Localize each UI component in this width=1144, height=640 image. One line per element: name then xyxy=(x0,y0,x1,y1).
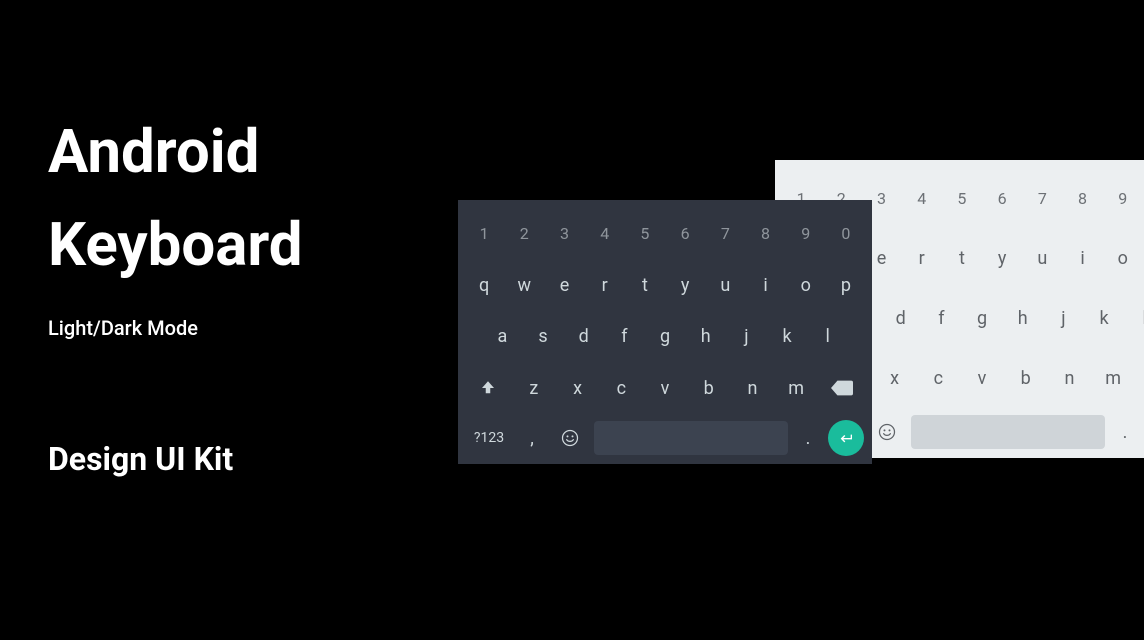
period-key[interactable]: . xyxy=(1111,414,1139,450)
shift-icon xyxy=(479,379,497,397)
key-d[interactable]: d xyxy=(563,311,604,363)
backspace-key[interactable] xyxy=(818,363,866,415)
emoji-icon xyxy=(560,428,580,448)
key-m[interactable]: m xyxy=(1091,348,1135,408)
enter-icon xyxy=(838,430,854,446)
key-j[interactable]: j xyxy=(1043,288,1084,348)
enter-key[interactable] xyxy=(828,420,864,456)
key-d[interactable]: d xyxy=(880,288,921,348)
key-r[interactable]: r xyxy=(585,260,625,312)
key-t[interactable]: t xyxy=(625,260,665,312)
key-8[interactable]: 8 xyxy=(745,208,785,260)
key-i[interactable]: i xyxy=(745,260,785,312)
key-2[interactable]: 2 xyxy=(504,208,544,260)
keyboard-row-numbers: 1 2 3 4 5 6 7 8 9 0 xyxy=(464,208,866,260)
keyboard-space-row: ?123 , . xyxy=(464,414,866,458)
key-c[interactable]: c xyxy=(599,363,643,415)
key-i[interactable]: i xyxy=(1062,228,1102,288)
title-line-2: Keyboard xyxy=(48,213,408,276)
key-f[interactable]: f xyxy=(604,311,645,363)
shift-key[interactable] xyxy=(464,363,512,415)
spacebar[interactable] xyxy=(911,415,1105,449)
key-k[interactable]: k xyxy=(1084,288,1125,348)
key-b[interactable]: b xyxy=(1004,348,1048,408)
key-v[interactable]: v xyxy=(960,348,1004,408)
mode-switch-key[interactable]: ?123 xyxy=(466,420,512,456)
key-c[interactable]: c xyxy=(916,348,960,408)
key-9[interactable]: 9 xyxy=(1103,168,1143,228)
key-4[interactable]: 4 xyxy=(585,208,625,260)
key-o[interactable]: o xyxy=(1103,228,1143,288)
key-k[interactable]: k xyxy=(767,311,808,363)
key-e[interactable]: e xyxy=(544,260,584,312)
keyboard-row-middle: a s d f g h j k l xyxy=(464,311,866,363)
key-f[interactable]: f xyxy=(921,288,962,348)
emoji-icon xyxy=(877,422,897,442)
keyboard-row-bottom: z x c v b n m xyxy=(464,363,866,415)
key-8[interactable]: 8 xyxy=(1062,168,1102,228)
key-l[interactable]: l xyxy=(807,311,848,363)
key-h[interactable]: h xyxy=(685,311,726,363)
subtitle: Light/Dark Mode xyxy=(48,316,408,340)
key-5[interactable]: 5 xyxy=(625,208,665,260)
key-y[interactable]: y xyxy=(982,228,1022,288)
key-u[interactable]: u xyxy=(705,260,745,312)
footer-title: Design UI Kit xyxy=(48,440,408,478)
spacebar[interactable] xyxy=(594,421,788,455)
key-n[interactable]: n xyxy=(1048,348,1092,408)
key-6[interactable]: 6 xyxy=(982,168,1022,228)
key-j[interactable]: j xyxy=(726,311,767,363)
emoji-key[interactable] xyxy=(869,414,905,450)
key-1[interactable]: 1 xyxy=(464,208,504,260)
key-t[interactable]: t xyxy=(942,228,982,288)
key-r[interactable]: r xyxy=(902,228,942,288)
key-3[interactable]: 3 xyxy=(544,208,584,260)
key-y[interactable]: y xyxy=(665,260,705,312)
key-o[interactable]: o xyxy=(786,260,826,312)
key-x[interactable]: x xyxy=(873,348,917,408)
key-s[interactable]: s xyxy=(523,311,564,363)
key-w[interactable]: w xyxy=(504,260,544,312)
key-z[interactable]: z xyxy=(512,363,556,415)
key-7[interactable]: 7 xyxy=(1022,168,1062,228)
key-b[interactable]: b xyxy=(687,363,731,415)
key-6[interactable]: 6 xyxy=(665,208,705,260)
key-g[interactable]: g xyxy=(962,288,1003,348)
key-q[interactable]: q xyxy=(464,260,504,312)
period-key[interactable]: . xyxy=(794,420,822,456)
title-line-1: Android xyxy=(48,120,408,183)
keyboard-dark: 1 2 3 4 5 6 7 8 9 0 q w e r t y u i o p … xyxy=(458,200,872,464)
backspace-key[interactable] xyxy=(1135,348,1144,408)
key-9[interactable]: 9 xyxy=(786,208,826,260)
key-a[interactable]: a xyxy=(482,311,523,363)
key-5[interactable]: 5 xyxy=(942,168,982,228)
key-4[interactable]: 4 xyxy=(902,168,942,228)
key-p[interactable]: p xyxy=(826,260,866,312)
backspace-icon xyxy=(831,380,853,396)
key-7[interactable]: 7 xyxy=(705,208,745,260)
key-n[interactable]: n xyxy=(731,363,775,415)
key-h[interactable]: h xyxy=(1002,288,1043,348)
key-v[interactable]: v xyxy=(643,363,687,415)
key-g[interactable]: g xyxy=(645,311,686,363)
key-x[interactable]: x xyxy=(556,363,600,415)
key-u[interactable]: u xyxy=(1022,228,1062,288)
key-0[interactable]: 0 xyxy=(826,208,866,260)
keyboard-row-top: q w e r t y u i o p xyxy=(464,260,866,312)
emoji-key[interactable] xyxy=(552,420,588,456)
key-m[interactable]: m xyxy=(774,363,818,415)
comma-key[interactable]: , xyxy=(518,420,546,456)
key-l[interactable]: l xyxy=(1124,288,1144,348)
